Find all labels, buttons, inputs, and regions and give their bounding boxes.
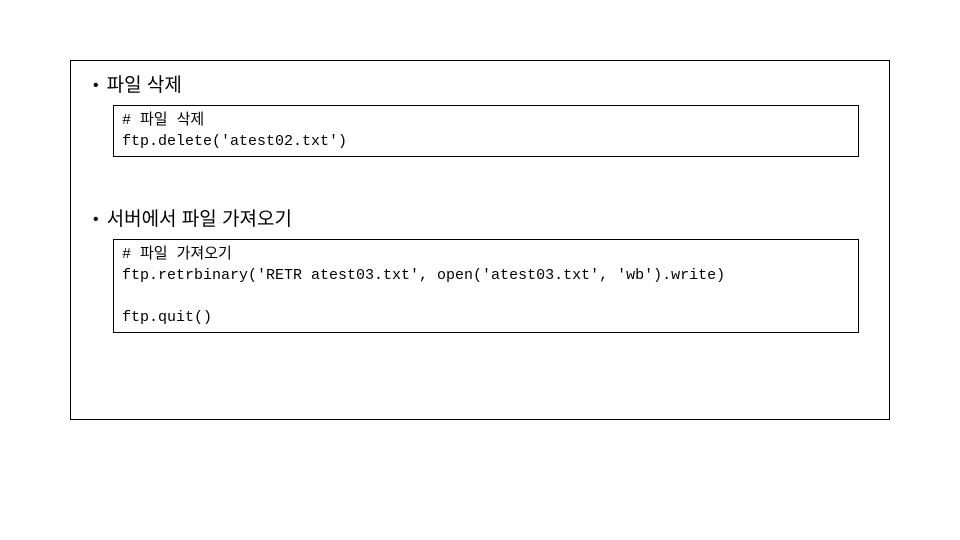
code-block: # 파일 삭제 ftp.delete('atest02.txt') [113, 105, 859, 157]
content-container: • 파일 삭제 # 파일 삭제 ftp.delete('atest02.txt'… [70, 60, 890, 420]
section-title: 파일 삭제 [107, 73, 182, 99]
bullet-icon: • [93, 73, 99, 99]
section-file-delete: • 파일 삭제 # 파일 삭제 ftp.delete('atest02.txt'… [91, 73, 869, 157]
bullet-icon: • [93, 207, 99, 233]
bullet-item: • 파일 삭제 [91, 73, 869, 99]
bullet-item: • 서버에서 파일 가져오기 [91, 207, 869, 233]
code-block: # 파일 가져오기 ftp.retrbinary('RETR atest03.t… [113, 239, 859, 333]
section-file-retrieve: • 서버에서 파일 가져오기 # 파일 가져오기 ftp.retrbinary(… [91, 207, 869, 333]
section-title: 서버에서 파일 가져오기 [107, 207, 292, 233]
